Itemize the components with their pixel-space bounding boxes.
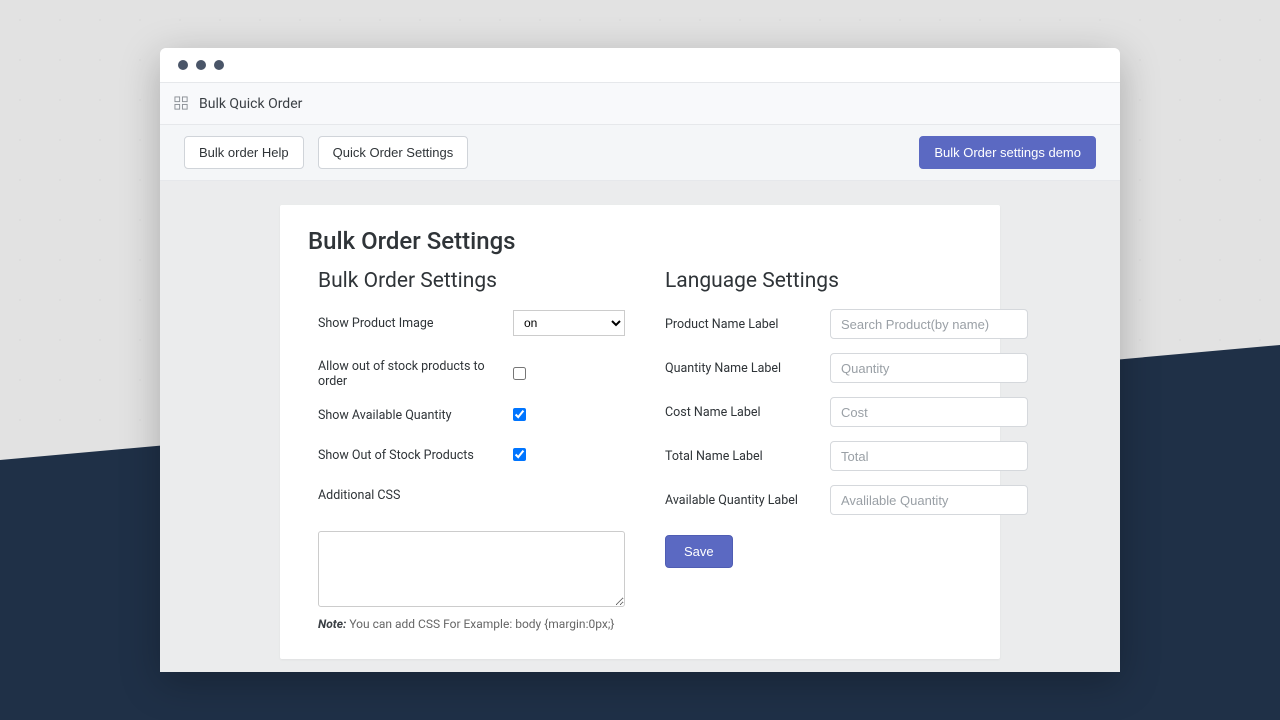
additional-css-textarea[interactable] xyxy=(318,531,625,607)
app-header: Bulk Quick Order xyxy=(160,82,1120,125)
bulk-order-settings-column: Bulk Order Settings Show Product Image o… xyxy=(318,269,625,631)
toolbar: Bulk order Help Quick Order Settings Bul… xyxy=(160,125,1120,181)
show-product-image-select[interactable]: on xyxy=(513,310,625,336)
show-oos-products-checkbox[interactable] xyxy=(513,448,526,461)
available-qty-input[interactable] xyxy=(830,485,1028,515)
bulk-order-demo-button[interactable]: Bulk Order settings demo xyxy=(919,136,1096,169)
window-dot-icon xyxy=(214,60,224,70)
total-name-label: Total Name Label xyxy=(665,449,830,464)
show-available-qty-checkbox[interactable] xyxy=(513,408,526,421)
window-titlebar xyxy=(160,48,1120,82)
app-grid-icon xyxy=(174,96,189,111)
show-product-image-label: Show Product Image xyxy=(318,316,513,331)
note-text: You can add CSS For Example: body {margi… xyxy=(346,617,614,631)
cost-name-input[interactable] xyxy=(830,397,1028,427)
bulk-order-help-button[interactable]: Bulk order Help xyxy=(184,136,304,169)
total-name-input[interactable] xyxy=(830,441,1028,471)
app-window: Bulk Quick Order Bulk order Help Quick O… xyxy=(160,48,1120,672)
settings-title: Bulk Order Settings xyxy=(308,227,972,255)
note-label: Note: xyxy=(318,617,346,631)
quantity-name-input[interactable] xyxy=(830,353,1028,383)
save-button[interactable]: Save xyxy=(665,535,733,568)
bulk-settings-heading: Bulk Order Settings xyxy=(318,269,625,293)
available-qty-label: Available Quantity Label xyxy=(665,493,830,508)
allow-oos-order-checkbox[interactable] xyxy=(513,367,526,380)
main-content: Bulk Order Settings Bulk Order Settings … xyxy=(160,181,1120,672)
quantity-name-label: Quantity Name Label xyxy=(665,361,830,376)
product-name-input[interactable] xyxy=(830,309,1028,339)
css-note: Note: You can add CSS For Example: body … xyxy=(318,617,625,631)
quick-order-settings-button[interactable]: Quick Order Settings xyxy=(318,136,469,169)
language-settings-heading: Language Settings xyxy=(665,269,1028,293)
language-settings-column: Language Settings Product Name Label Qua… xyxy=(665,269,1028,631)
app-title: Bulk Quick Order xyxy=(199,96,302,112)
settings-card: Bulk Order Settings Bulk Order Settings … xyxy=(280,205,1000,659)
product-name-label: Product Name Label xyxy=(665,317,830,332)
show-available-qty-label: Show Available Quantity xyxy=(318,408,513,423)
window-dot-icon xyxy=(178,60,188,70)
allow-oos-order-label: Allow out of stock products to order xyxy=(318,359,513,389)
additional-css-label: Additional CSS xyxy=(318,488,513,503)
window-dot-icon xyxy=(196,60,206,70)
show-oos-products-label: Show Out of Stock Products xyxy=(318,448,513,463)
cost-name-label: Cost Name Label xyxy=(665,405,830,420)
